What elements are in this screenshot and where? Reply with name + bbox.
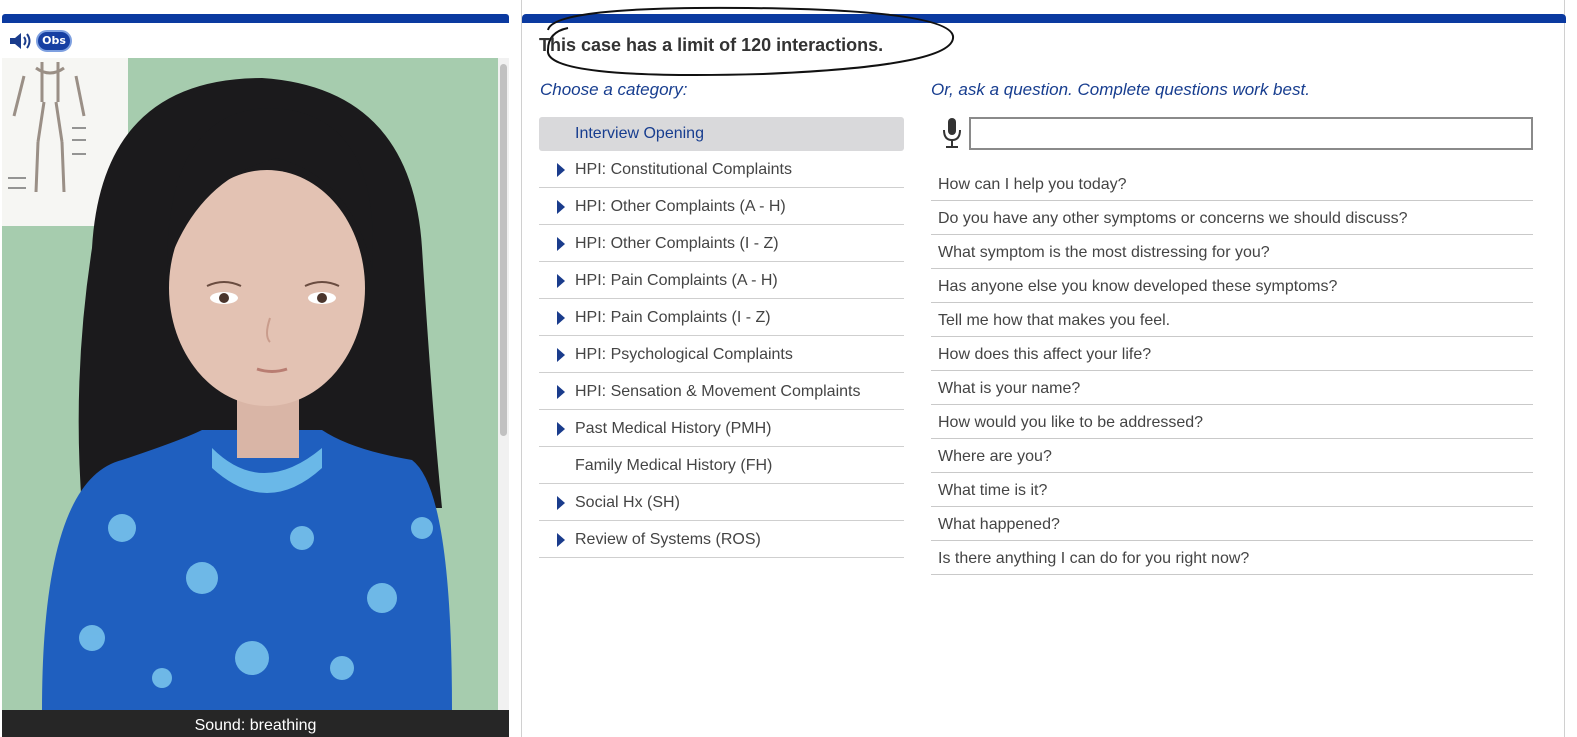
question-item[interactable]: What symptom is the most distressing for… xyxy=(931,235,1533,269)
expand-triangle-icon xyxy=(557,496,565,510)
patient-avatar-image xyxy=(2,58,498,710)
expand-triangle-icon xyxy=(557,422,565,436)
speaker-icon[interactable] xyxy=(8,30,34,52)
category-item[interactable]: Review of Systems (ROS) xyxy=(539,521,904,558)
category-label: HPI: Other Complaints (I - Z) xyxy=(575,235,779,252)
question-label: What happened? xyxy=(938,516,1060,533)
suggested-questions-list: How can I help you today? Do you have any… xyxy=(931,167,1533,575)
question-label: Do you have any other symptoms or concer… xyxy=(938,210,1408,227)
question-label: How can I help you today? xyxy=(938,176,1127,193)
expand-triangle-icon xyxy=(557,385,565,399)
category-label: HPI: Sensation & Movement Complaints xyxy=(575,383,861,400)
patient-avatar-view xyxy=(2,58,498,710)
category-label: Interview Opening xyxy=(575,125,704,142)
obs-button[interactable]: Obs xyxy=(36,30,72,52)
question-item[interactable]: Has anyone else you know developed these… xyxy=(931,269,1533,303)
media-toolbar: Obs xyxy=(2,24,509,58)
question-item[interactable]: Is there anything I can do for you right… xyxy=(931,541,1533,575)
category-label: HPI: Other Complaints (A - H) xyxy=(575,198,786,215)
ask-heading: Or, ask a question. Complete questions w… xyxy=(931,80,1310,99)
category-heading: Choose a category: xyxy=(540,80,688,99)
question-input[interactable] xyxy=(969,117,1533,150)
avatar-scrollbar-thumb[interactable] xyxy=(500,64,507,436)
microphone-icon[interactable] xyxy=(941,117,963,149)
expand-triangle-icon xyxy=(557,533,565,547)
question-label: What symptom is the most distressing for… xyxy=(938,244,1270,261)
interview-panel: This case has a limit of 120 interaction… xyxy=(521,0,1566,737)
category-item[interactable]: HPI: Constitutional Complaints xyxy=(539,151,904,188)
category-label: HPI: Constitutional Complaints xyxy=(575,161,792,178)
category-list: Interview Opening HPI: Constitutional Com… xyxy=(539,117,904,558)
category-item[interactable]: Interview Opening xyxy=(539,117,904,151)
question-label: What time is it? xyxy=(938,482,1048,499)
category-label: Social Hx (SH) xyxy=(575,494,680,511)
patient-panel: Obs Sound: breathing xyxy=(0,0,512,737)
category-item[interactable]: HPI: Other Complaints (I - Z) xyxy=(539,225,904,262)
category-item[interactable]: HPI: Other Complaints (A - H) xyxy=(539,188,904,225)
category-item[interactable]: HPI: Psychological Complaints xyxy=(539,336,904,373)
app-root: Obs Sound: breathing This case has a lim… xyxy=(0,0,1577,737)
expand-triangle-icon xyxy=(557,237,565,251)
expand-triangle-icon xyxy=(557,311,565,325)
category-label: Family Medical History (FH) xyxy=(575,457,773,474)
question-item[interactable]: What is your name? xyxy=(931,371,1533,405)
question-item[interactable]: Where are you? xyxy=(931,439,1533,473)
question-label: Has anyone else you know developed these… xyxy=(938,278,1338,295)
expand-triangle-icon xyxy=(557,274,565,288)
question-item[interactable]: What time is it? xyxy=(931,473,1533,507)
question-label: What is your name? xyxy=(938,380,1081,397)
question-label: Tell me how that makes you feel. xyxy=(938,312,1171,329)
category-item[interactable]: Family Medical History (FH) xyxy=(539,447,904,484)
interaction-limit-notice: This case has a limit of 120 interaction… xyxy=(539,35,884,55)
question-item[interactable]: How does this affect your life? xyxy=(931,337,1533,371)
category-label: HPI: Pain Complaints (I - Z) xyxy=(575,309,771,326)
category-label: Past Medical History (PMH) xyxy=(575,420,772,437)
expand-triangle-icon xyxy=(557,200,565,214)
category-item[interactable]: HPI: Sensation & Movement Complaints xyxy=(539,373,904,410)
question-item[interactable]: Tell me how that makes you feel. xyxy=(931,303,1533,337)
expand-triangle-icon xyxy=(557,348,565,362)
category-item[interactable]: Past Medical History (PMH) xyxy=(539,410,904,447)
question-label: How does this affect your life? xyxy=(938,346,1152,363)
category-label: HPI: Psychological Complaints xyxy=(575,346,793,363)
question-label: How would you like to be addressed? xyxy=(938,414,1204,431)
category-item[interactable]: Social Hx (SH) xyxy=(539,484,904,521)
category-item[interactable]: HPI: Pain Complaints (A - H) xyxy=(539,262,904,299)
question-item[interactable]: Do you have any other symptoms or concer… xyxy=(931,201,1533,235)
category-label: Review of Systems (ROS) xyxy=(575,531,761,548)
expand-triangle-icon xyxy=(557,163,565,177)
category-label: HPI: Pain Complaints (A - H) xyxy=(575,272,778,289)
question-item[interactable]: What happened? xyxy=(931,507,1533,541)
panel-header-bar xyxy=(2,14,509,23)
question-label: Is there anything I can do for you right… xyxy=(938,550,1250,567)
question-label: Where are you? xyxy=(938,448,1052,465)
question-item[interactable]: How would you like to be addressed? xyxy=(931,405,1533,439)
question-item[interactable]: How can I help you today? xyxy=(931,167,1533,201)
sound-caption: Sound: breathing xyxy=(2,710,509,737)
category-item[interactable]: HPI: Pain Complaints (I - Z) xyxy=(539,299,904,336)
